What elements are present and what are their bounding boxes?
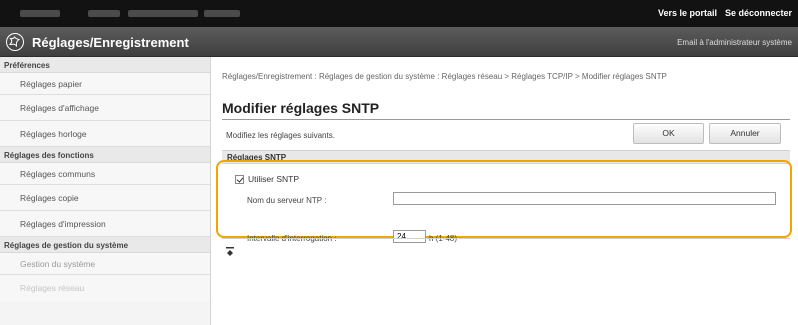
top-bar: Vers le portail Se déconnecter (0, 0, 798, 27)
use-sntp-label: Utiliser SNTP (248, 174, 300, 184)
sidebar-item-copy-settings[interactable]: Réglages copie (0, 185, 210, 211)
sidebar-item-clock-settings[interactable]: Réglages horloge (0, 121, 210, 147)
cancel-button[interactable]: Annuler (709, 123, 781, 144)
breadcrumb: Réglages/Enregistrement : Réglages de ge… (222, 72, 667, 81)
polling-interval-input[interactable] (393, 230, 426, 243)
logout-link[interactable]: Se déconnecter (725, 8, 792, 18)
use-sntp-row: Utiliser SNTP (235, 174, 299, 184)
admin-mail-link[interactable]: Email à l'administrateur système (677, 38, 792, 47)
bottom-divider (222, 238, 790, 239)
sidebar-item-common-settings[interactable]: Réglages communs (0, 163, 210, 185)
page-header-title: Réglages/Enregistrement (32, 35, 189, 50)
ntp-server-label: Nom du serveur NTP : (247, 196, 327, 205)
sidebar-item-system-management[interactable]: Gestion du système (0, 253, 210, 275)
main-content: Réglages/Enregistrement : Réglages de ge… (212, 57, 798, 325)
page-top-icon[interactable] (226, 247, 234, 258)
blurred-device-name (88, 10, 120, 17)
sidebar-item-print-settings[interactable]: Réglages d'impression (0, 211, 210, 237)
page-title: Modifier réglages SNTP (222, 100, 380, 116)
blurred-device-name (20, 10, 60, 17)
top-links: Vers le portail Se déconnecter (658, 8, 792, 18)
blurred-device-name (204, 10, 240, 17)
sidebar-section-system-management: Réglages de gestion du système (0, 237, 210, 253)
sidebar-item-network-settings[interactable]: Réglages réseau (0, 275, 210, 301)
register-settings-logo-icon (6, 33, 24, 51)
ntp-server-input[interactable] (393, 192, 776, 205)
portal-link[interactable]: Vers le portail (658, 8, 717, 18)
sidebar-section-function-settings: Réglages des fonctions (0, 147, 210, 163)
blurred-device-name (128, 10, 198, 17)
sidebar-item-paper-settings[interactable]: Réglages papier (0, 73, 210, 95)
instruction-text: Modifiez les réglages suivants. (226, 131, 335, 140)
sidebar-section-preferences: Préférences (0, 57, 210, 73)
title-divider (222, 119, 790, 120)
ok-button[interactable]: OK (633, 123, 704, 144)
use-sntp-checkbox[interactable] (235, 174, 244, 184)
sidebar: Préférences Réglages papier Réglages d'a… (0, 57, 211, 325)
sidebar-item-display-settings[interactable]: Réglages d'affichage (0, 95, 210, 121)
title-bar: Réglages/Enregistrement Email à l'admini… (0, 27, 798, 57)
